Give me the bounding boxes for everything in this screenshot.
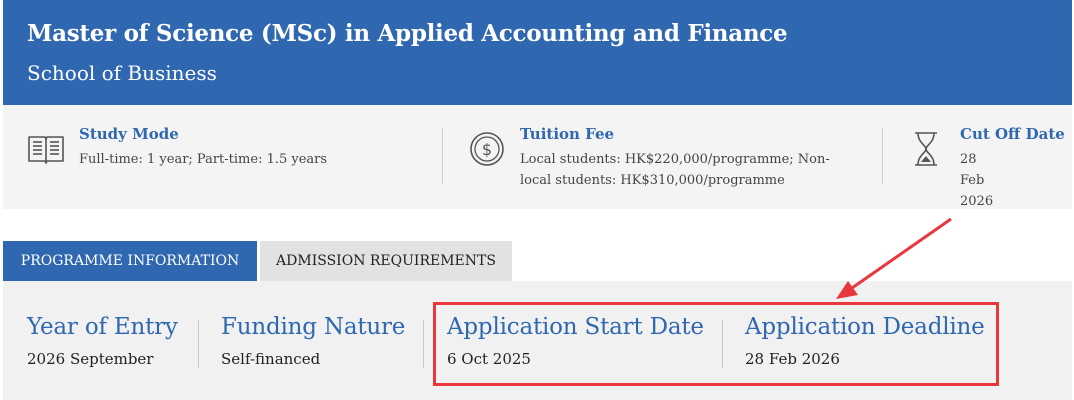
year-of-entry-value: 2026 September: [27, 350, 154, 368]
field-divider: [198, 320, 199, 368]
hourglass-icon: [915, 132, 937, 166]
cut-off-date-label: Cut Off Date: [960, 125, 1065, 143]
programme-information-panel: Year of Entry 2026 September Funding Nat…: [3, 281, 1072, 400]
programme-title: Master of Science (MSc) in Applied Accou…: [27, 20, 788, 47]
programme-info-bar: Study Mode Full-time: 1 year; Part-time:…: [3, 105, 1072, 209]
study-mode-label: Study Mode: [79, 125, 179, 143]
funding-nature-heading: Funding Nature: [221, 314, 406, 340]
application-start-date-heading: Application Start Date: [447, 314, 704, 340]
tuition-fee-value: Local students: HK$220,000/programme; No…: [520, 152, 830, 188]
programme-header: Master of Science (MSc) in Applied Accou…: [3, 0, 1072, 105]
book-icon: [28, 136, 64, 164]
info-divider: [442, 127, 443, 185]
dollar-coin-icon: $: [470, 132, 504, 166]
application-start-date-value: 6 Oct 2025: [447, 350, 531, 368]
application-deadline-field: Application Deadline 28 Feb 2026: [745, 314, 985, 368]
year-of-entry-heading: Year of Entry: [27, 314, 178, 340]
svg-text:$: $: [482, 140, 492, 159]
school-name: School of Business: [27, 61, 217, 85]
application-deadline-value: 28 Feb 2026: [745, 350, 840, 368]
application-deadline-heading: Application Deadline: [745, 314, 985, 340]
funding-nature-value: Self-financed: [221, 350, 321, 368]
field-divider: [722, 320, 723, 368]
tab-programme-information[interactable]: PROGRAMME INFORMATION: [3, 241, 257, 281]
field-divider: [423, 320, 424, 368]
funding-nature-field: Funding Nature Self-financed: [221, 314, 405, 368]
cut-off-date-value: 28 Feb 2026: [960, 152, 994, 209]
application-start-date-field: Application Start Date 6 Oct 2025: [447, 314, 704, 368]
info-divider: [882, 127, 883, 185]
tab-admission-requirements[interactable]: ADMISSION REQUIREMENTS: [260, 241, 512, 281]
tuition-fee-label: Tuition Fee: [520, 125, 615, 143]
year-of-entry-field: Year of Entry 2026 September: [27, 314, 178, 368]
study-mode-value: Full-time: 1 year; Part-time: 1.5 years: [79, 152, 328, 167]
